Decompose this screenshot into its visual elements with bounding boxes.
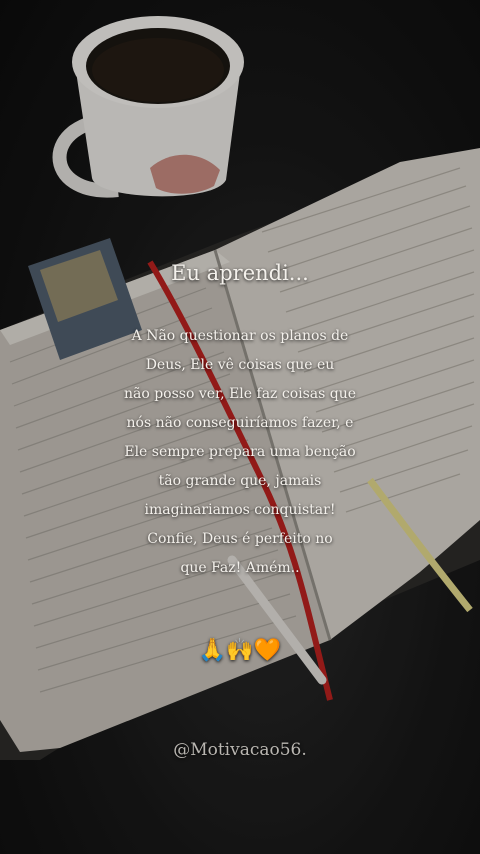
message-text: A Não questionar os planos de Deus, Ele … (0, 322, 480, 583)
emoji-row: 🙏🙌🧡 (198, 638, 282, 663)
author-handle: @Motivacao56. (173, 740, 307, 760)
message-line: não posso ver, Ele faz coisas que (123, 386, 357, 402)
message-line: que Faz! Amém.. (180, 560, 300, 576)
message-line: nós não conseguiríamos fazer, e (126, 415, 354, 431)
message-line: Ele sempre prepara uma benção (124, 444, 356, 460)
message-line: A Não questionar os planos de (131, 328, 349, 344)
post-canvas: Eu aprendi... A Não questionar os planos… (0, 0, 480, 854)
message-line: tão grande que, jamais (158, 473, 322, 489)
message-line: imaginariamos conquistar! (144, 502, 336, 518)
message-line: Deus, Ele vê coisas que eu (145, 357, 335, 373)
message-line: Confie, Deus é perfeito no (147, 531, 333, 547)
intro-text: Eu aprendi... (171, 261, 309, 285)
